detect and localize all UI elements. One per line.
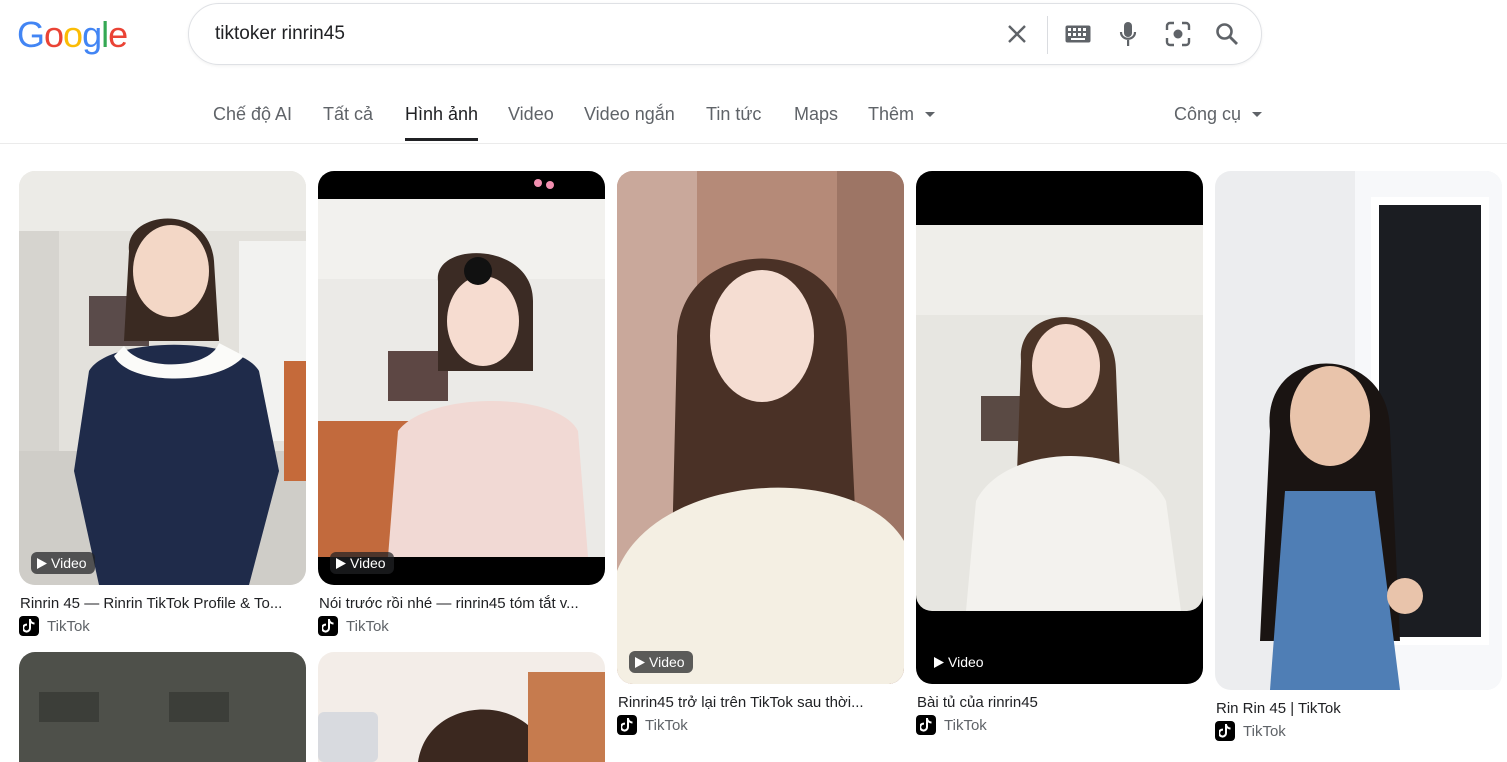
result-source[interactable]: TikTok xyxy=(318,616,389,636)
tab-short-video[interactable]: Video ngắn xyxy=(584,104,675,125)
search-icon[interactable] xyxy=(1213,20,1241,48)
tiktok-icon xyxy=(19,616,39,636)
tiktok-icon xyxy=(318,616,338,636)
tab-images[interactable]: Hình ảnh xyxy=(405,104,479,141)
keyboard-icon[interactable] xyxy=(1064,20,1092,48)
play-icon xyxy=(934,656,944,668)
result-title[interactable]: Rinrin 45 — Rinrin TikTok Profile & To..… xyxy=(20,595,305,612)
result-source-label: TikTok xyxy=(645,716,688,734)
tab-all[interactable]: Tất cả xyxy=(323,104,373,125)
tab-news[interactable]: Tin tức xyxy=(706,104,761,125)
result-thumbnail[interactable]: Video xyxy=(916,171,1203,684)
image-result[interactable]: Video Nói trước rồi nhé — rinrin45 tóm t… xyxy=(318,171,605,641)
tools-menu[interactable]: Công cụ xyxy=(1174,104,1263,125)
image-result[interactable]: Rin Rin 45 | TikTok TikTok xyxy=(1215,171,1502,742)
lens-camera-icon[interactable] xyxy=(1164,20,1192,48)
google-logo[interactable]: Google xyxy=(17,14,128,56)
tabs-divider xyxy=(0,143,1507,144)
caret-down-icon xyxy=(925,112,936,118)
result-source-label: TikTok xyxy=(1243,722,1286,740)
video-badge-label: Video xyxy=(51,555,87,571)
image-result[interactable]: Video Rinrin 45 — Rinrin TikTok Profile … xyxy=(19,171,306,641)
search-box[interactable]: tiktoker rinrin45 xyxy=(188,3,1262,65)
result-thumbnail[interactable] xyxy=(318,652,605,762)
result-thumbnail[interactable] xyxy=(19,652,306,762)
result-title[interactable]: Rin Rin 45 | TikTok xyxy=(1216,700,1501,717)
tab-ai-mode[interactable]: Chế độ AI xyxy=(213,104,292,125)
video-badge: Video xyxy=(928,651,992,673)
tab-maps[interactable]: Maps xyxy=(794,104,838,125)
result-thumbnail[interactable]: Video xyxy=(617,171,904,684)
result-source[interactable]: TikTok xyxy=(916,715,987,735)
result-source[interactable]: TikTok xyxy=(19,616,90,636)
clear-icon[interactable] xyxy=(1003,20,1031,48)
video-badge: Video xyxy=(629,651,693,673)
video-badge: Video xyxy=(330,552,394,574)
tab-more[interactable]: Thêm xyxy=(868,104,936,125)
play-icon xyxy=(336,557,346,569)
result-source-label: TikTok xyxy=(346,617,389,635)
result-title[interactable]: Rinrin45 trở lại trên TikTok sau thời... xyxy=(618,694,903,711)
result-title[interactable]: Bài tủ của rinrin45 xyxy=(917,694,1202,711)
microphone-icon[interactable] xyxy=(1114,20,1142,48)
result-source-label: TikTok xyxy=(47,617,90,635)
result-source[interactable]: TikTok xyxy=(1215,721,1286,741)
result-thumbnail[interactable]: Video xyxy=(19,171,306,585)
video-badge: Video xyxy=(31,552,95,574)
video-badge-label: Video xyxy=(649,654,685,670)
image-result[interactable] xyxy=(318,652,605,762)
result-title[interactable]: Nói trước rồi nhé — rinrin45 tóm tắt v..… xyxy=(319,595,604,612)
tiktok-icon xyxy=(916,715,936,735)
result-source[interactable]: TikTok xyxy=(617,715,688,735)
play-icon xyxy=(635,656,645,668)
tab-video[interactable]: Video xyxy=(508,104,554,125)
result-thumbnail[interactable] xyxy=(1215,171,1502,690)
tiktok-icon xyxy=(1215,721,1235,741)
video-badge-label: Video xyxy=(350,555,386,571)
tools-label: Công cụ xyxy=(1174,104,1242,124)
tiktok-icon xyxy=(617,715,637,735)
play-icon xyxy=(37,557,47,569)
search-divider xyxy=(1047,16,1048,54)
caret-down-icon xyxy=(1252,112,1263,118)
search-input[interactable]: tiktoker rinrin45 xyxy=(215,23,345,45)
result-thumbnail[interactable]: Video xyxy=(318,171,605,585)
image-result[interactable] xyxy=(19,652,306,762)
tab-more-label: Thêm xyxy=(868,104,915,124)
image-result[interactable]: Video Rinrin45 trở lại trên TikTok sau t… xyxy=(617,171,904,742)
result-source-label: TikTok xyxy=(944,716,987,734)
video-badge-label: Video xyxy=(948,654,984,670)
image-result[interactable]: Video Bài tủ của rinrin45 TikTok xyxy=(916,171,1203,742)
